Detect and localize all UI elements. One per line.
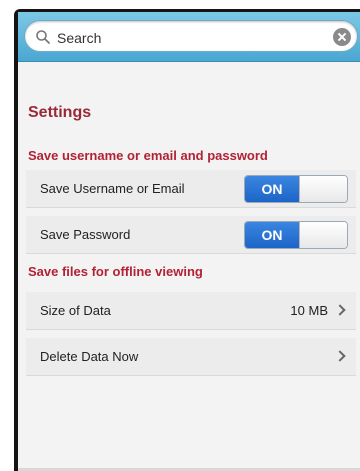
toggle-knob: [299, 222, 347, 248]
row-save-password: Save Password ON: [26, 216, 356, 254]
row-delete-data[interactable]: Delete Data Now: [26, 338, 356, 376]
toggle-on-label: ON: [245, 176, 299, 202]
row-label: Save Password: [40, 227, 131, 242]
row-label: Delete Data Now: [40, 349, 139, 364]
row-save-username: Save Username or Email ON: [26, 170, 356, 208]
chevron-right-icon: [334, 304, 346, 316]
section-header-offline: Save files for offline viewing: [28, 264, 203, 279]
toggle-knob: [299, 176, 347, 202]
search-field[interactable]: [24, 20, 358, 52]
section-header-save-credentials: Save username or email and password: [28, 148, 268, 163]
row-label: Save Username or Email: [40, 181, 185, 196]
row-size-of-data[interactable]: Size of Data 10 MB: [26, 292, 356, 330]
chevron-right-icon: [334, 350, 346, 362]
screen: Settings Save username or email and pass…: [18, 12, 360, 471]
data-size-value: 10 MB: [290, 303, 328, 318]
search-icon: [36, 30, 50, 44]
search-input[interactable]: [57, 29, 327, 46]
toggle-on-label: ON: [245, 222, 299, 248]
save-username-toggle[interactable]: ON: [244, 175, 348, 203]
save-password-toggle[interactable]: ON: [244, 221, 348, 249]
clear-icon[interactable]: [333, 28, 351, 46]
page-title: Settings: [28, 104, 92, 121]
search-bar: [18, 12, 360, 62]
row-label: Size of Data: [40, 303, 111, 318]
